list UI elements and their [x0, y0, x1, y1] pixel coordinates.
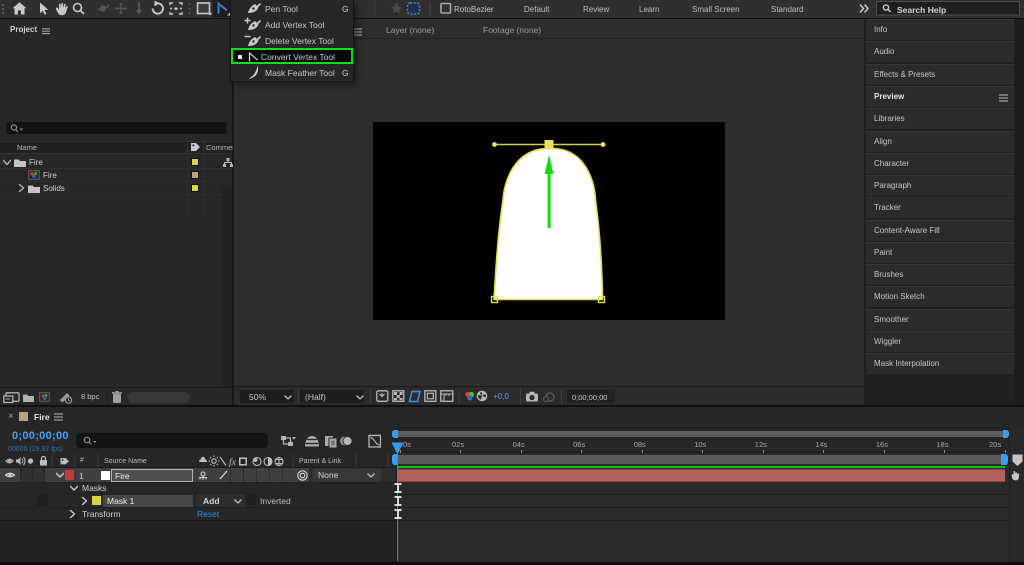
- svg-text:fx: fx: [229, 457, 237, 468]
